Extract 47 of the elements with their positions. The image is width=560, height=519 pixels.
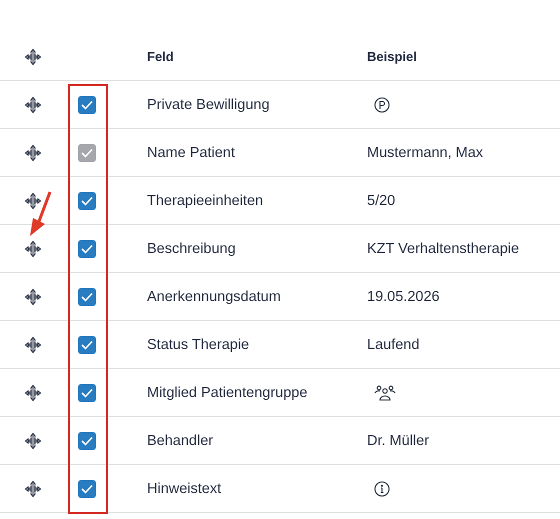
checkbox[interactable] [78,96,96,114]
checkbox[interactable] [78,192,96,210]
field-name: Hinweistext [147,480,222,496]
check-icon [81,196,93,206]
check-icon [81,244,93,254]
example-text: Laufend [367,336,420,352]
checkbox[interactable] [78,240,96,258]
move-icon[interactable] [24,336,42,354]
field-name: Behandler [147,432,214,448]
info-icon [374,480,390,496]
field-name: Name Patient [147,144,236,160]
example-text: KZT Verhaltenstherapie [367,240,520,256]
move-icon[interactable] [24,288,42,306]
field-name: Status Therapie [147,336,250,352]
group-icon [374,384,396,400]
move-icon[interactable] [24,240,42,258]
example-text: 5/20 [367,192,396,208]
checkbox[interactable] [78,480,96,498]
example-text: 19.05.2026 [367,288,441,304]
check-icon [81,148,93,158]
field-name: Beschreibung [147,240,237,256]
move-icon[interactable] [24,384,42,402]
checkbox[interactable] [78,384,96,402]
move-icon[interactable] [24,432,42,450]
check-icon [81,388,93,398]
checkbox[interactable] [78,432,96,450]
checkbox[interactable] [78,288,96,306]
move-icon[interactable] [24,144,42,162]
parking-icon [374,96,390,112]
move-icon[interactable] [24,96,42,114]
move-icon[interactable] [24,192,42,210]
field-name: Mitglied Patientengruppe [147,384,308,400]
field-name: Therapieeinheiten [147,192,264,208]
check-icon [81,436,93,446]
check-icon [81,484,93,494]
example-text: Dr. Müller [367,432,430,448]
column-header: Beispiel [367,49,418,64]
column-header: Feld [147,49,175,64]
check-icon [81,292,93,302]
field-name: Anerkennungsdatum [147,288,282,304]
check-icon [81,100,93,110]
move-icon[interactable] [24,480,42,498]
move-icon[interactable] [24,48,42,66]
field-name: Private Bewilligung [147,96,271,112]
check-icon [81,340,93,350]
example-text: Mustermann, Max [367,144,484,160]
checkbox[interactable] [78,336,96,354]
